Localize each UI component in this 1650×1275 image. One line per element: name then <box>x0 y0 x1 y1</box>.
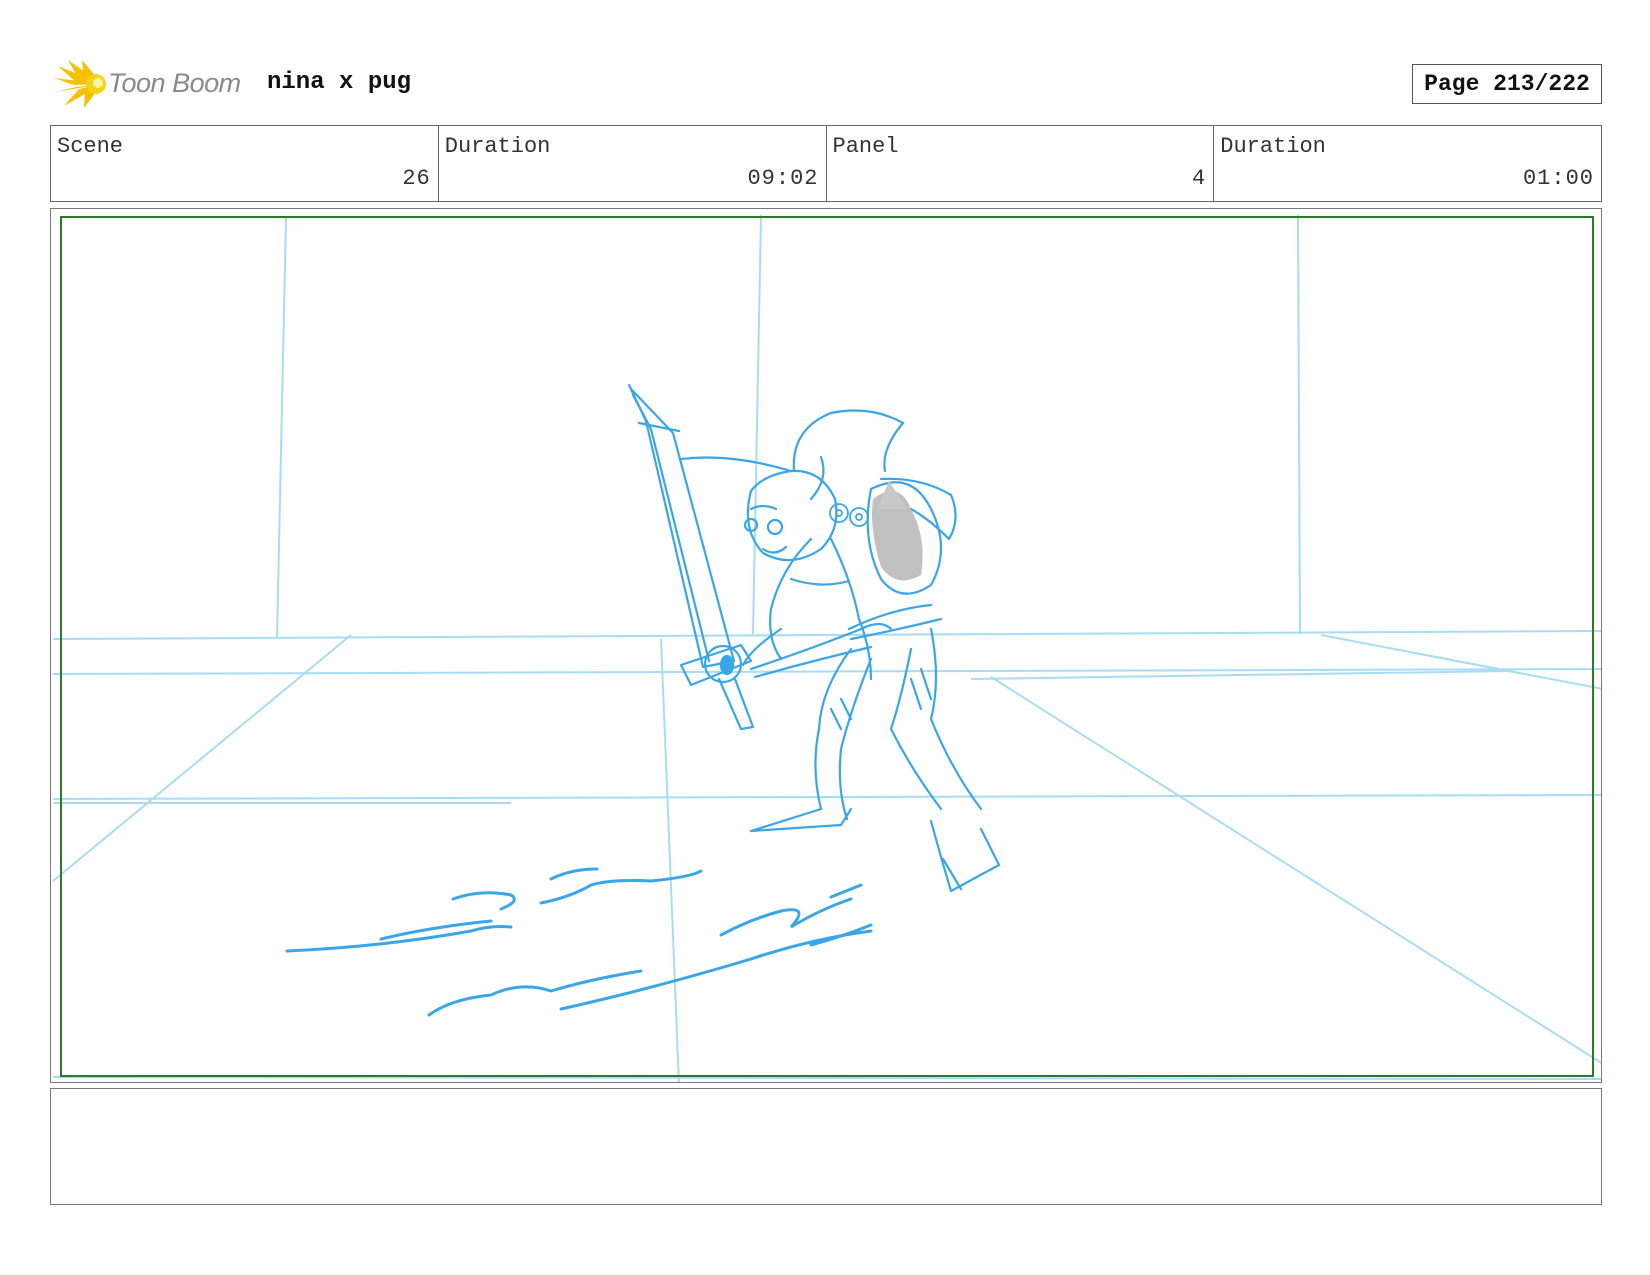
scene-label: Scene <box>57 134 124 159</box>
toon-boom-logo: Toon Boom <box>54 58 254 110</box>
panel-duration-label: Duration <box>1220 134 1326 159</box>
perspective-lines <box>52 214 1601 1082</box>
toon-boom-sunburst-icon <box>54 60 106 108</box>
panel-info-table: Scene 26 Duration 09:02 Panel 4 Duration… <box>50 125 1602 202</box>
safe-frame <box>60 216 1594 1077</box>
scene-duration-label: Duration <box>444 134 551 159</box>
storyboard-panel <box>50 208 1602 1083</box>
project-title: nina x pug <box>267 69 412 96</box>
ground-strokes <box>285 867 873 1017</box>
scene-value: 26 <box>402 166 431 191</box>
page-indicator: Page 213/222 <box>1412 64 1602 104</box>
panel-sketch <box>52 214 1601 1082</box>
scene-duration-value: 09:02 <box>747 166 819 191</box>
panel-label: Panel <box>832 134 899 159</box>
panel-duration-cell: Duration 01:00 <box>1214 126 1601 201</box>
scene-cell: Scene 26 <box>51 126 439 201</box>
panel-value: 4 <box>1192 166 1207 191</box>
character-sketch <box>627 383 1001 893</box>
panel-notes-box[interactable] <box>50 1088 1602 1205</box>
scene-duration-cell: Duration 09:02 <box>439 126 827 201</box>
panel-cell: Panel 4 <box>827 126 1215 201</box>
panel-duration-value: 01:00 <box>1522 166 1594 191</box>
logo-text: Toon Boom <box>108 68 241 98</box>
